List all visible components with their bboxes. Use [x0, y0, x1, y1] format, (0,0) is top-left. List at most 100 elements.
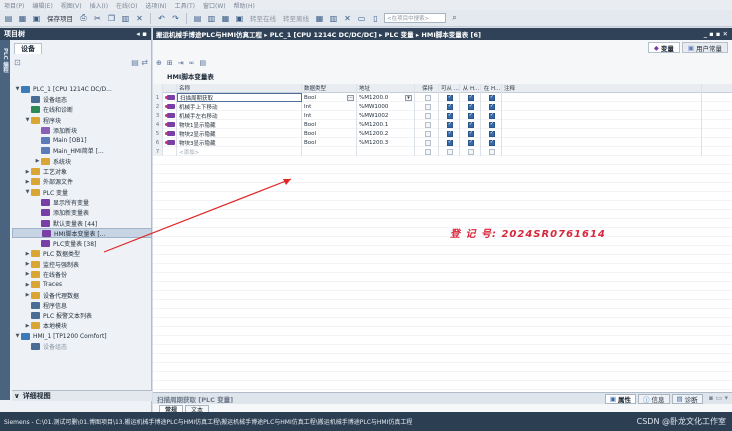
tree-item[interactable]: ▶ PLC 数据类型 [12, 249, 152, 259]
tree-item[interactable]: Main [OB1] [12, 135, 152, 145]
comment-cell[interactable] [502, 129, 702, 138]
split-horizontal-icon[interactable]: ▭ [356, 12, 367, 24]
tree-item[interactable]: ▶ Traces [12, 280, 152, 290]
tree-item[interactable]: 添加新变量表 [12, 208, 152, 218]
tree-item[interactable]: ▶ 在线备份 [12, 269, 152, 279]
hmi-visible-checkbox[interactable] [489, 148, 495, 155]
table-row[interactable]: 4 物块1显示隐藏 Bool %M1200.1 ✓ ✓ ✓ [153, 120, 732, 129]
tag-name-cell[interactable]: 物块3显示隐藏 [177, 138, 302, 147]
tag-name-cell[interactable]: 机械手上下移动 [177, 102, 302, 111]
open-project-icon[interactable]: ▦ [17, 12, 28, 24]
menu-item[interactable]: 插入(I) [90, 1, 108, 10]
hmi-visible-cell[interactable]: ✓ [481, 93, 502, 102]
tab-info[interactable]: ⓘ 信息 [638, 393, 670, 404]
tag-name-cell[interactable]: 扫描周期获取 [177, 93, 302, 102]
tab-user-constants[interactable]: ▣ 用户常量 [681, 42, 728, 53]
project-search-input[interactable]: <在项目中搜索> [384, 13, 446, 23]
hmi-visible-cell[interactable]: ✓ [481, 129, 502, 138]
table-row[interactable]: 1 扫描周期获取 Bool ⋯ %M1200.0 ▾ ✓ ✓ ✓ [153, 93, 732, 102]
hmi-write-checkbox[interactable]: ✓ [468, 139, 474, 146]
chevron-right-icon[interactable]: ▶ [24, 261, 31, 267]
retain-cell[interactable] [415, 120, 439, 129]
tab-diagnostics[interactable]: ▤ 诊断 [671, 393, 703, 404]
hmi-visible-cell[interactable]: ✓ [481, 138, 502, 147]
hmi-visible-checkbox[interactable]: ✓ [489, 94, 495, 101]
retain-cell[interactable] [415, 111, 439, 120]
cut-icon[interactable]: ✂ [92, 12, 103, 24]
chevron-down-icon[interactable]: ▼ [14, 333, 21, 339]
chevron-down-icon[interactable]: ▼ [14, 86, 21, 92]
split-vertical-icon[interactable]: ▯ [370, 12, 381, 24]
tag-type-cell[interactable]: Bool ⋯ [302, 93, 357, 102]
new-project-icon[interactable]: ▤ [3, 12, 14, 24]
hmi-visible-checkbox[interactable]: ✓ [489, 103, 495, 110]
hmi-visible-checkbox[interactable]: ✓ [489, 130, 495, 137]
menu-item[interactable]: 工具(T) [175, 1, 195, 10]
hmi-write-cell[interactable]: ✓ [460, 102, 481, 111]
simulation-icon[interactable]: ▣ [234, 12, 245, 24]
retain-checkbox[interactable] [424, 103, 431, 110]
redo-icon[interactable]: ↷ [170, 12, 181, 24]
column-header-name[interactable]: 名称 [177, 83, 302, 93]
tag-address-cell[interactable]: %M1200.0 ▾ [357, 93, 415, 102]
comment-cell[interactable] [502, 93, 702, 102]
tag-name-cell[interactable]: 物块2显示隐藏 [177, 129, 302, 138]
tree-item[interactable]: ▼ PLC_1 [CPU 1214C DC/D... [12, 84, 152, 94]
tree-item[interactable]: PLC变量表 [38] [12, 238, 152, 248]
retain-checkbox[interactable] [424, 94, 431, 101]
column-header-address[interactable]: 地址 [357, 83, 415, 93]
tree-item[interactable]: ▼ PLC 变量 [12, 187, 152, 197]
hmi-access-cell[interactable]: ✓ [439, 120, 460, 129]
chevron-right-icon[interactable]: ▶ [24, 282, 31, 288]
tag-address-cell[interactable]: %MW1002 [357, 111, 415, 120]
tab-properties[interactable]: ▣ 属性 [604, 393, 637, 404]
detail-view-header[interactable]: ∨ 详细视图 [12, 390, 152, 401]
print-icon[interactable]: ⎙ [78, 12, 89, 24]
hmi-write-checkbox[interactable]: ✓ [468, 112, 474, 119]
collapse-panel-icon[interactable]: ◂ ▪ [136, 30, 147, 38]
column-header-type[interactable]: 数据类型 [302, 83, 357, 93]
download-icon[interactable]: ▥ [206, 12, 217, 24]
column-header-hmi-write[interactable]: 从 H... [460, 83, 481, 93]
tree-item[interactable]: ▶ 工艺对象 [12, 166, 152, 176]
cross-reference-icon[interactable]: ▥ [328, 12, 339, 24]
retain-checkbox[interactable] [424, 148, 431, 155]
comment-cell[interactable] [502, 138, 702, 147]
hmi-access-checkbox[interactable]: ✓ [447, 130, 453, 137]
hmi-access-cell[interactable]: ✓ [439, 93, 460, 102]
go-offline-button[interactable]: 转至离线 [281, 13, 311, 23]
tree-item[interactable]: 默认变量表 [44] [12, 218, 152, 228]
hmi-access-checkbox[interactable]: ✓ [447, 94, 453, 101]
inspector-window-controls-icon[interactable]: ▪ ▭ ▾ [709, 394, 728, 404]
tree-item[interactable]: ▶ 系统块 [12, 156, 152, 166]
hmi-access-checkbox[interactable]: ✓ [447, 139, 453, 146]
hmi-access-cell[interactable]: ✓ [439, 129, 460, 138]
retain-cell[interactable] [415, 129, 439, 138]
tag-type-cell[interactable]: Bool [302, 129, 357, 138]
retain-checkbox[interactable] [424, 139, 431, 146]
add-row-icon[interactable]: ⊕ [156, 59, 162, 67]
tag-address-cell[interactable] [357, 147, 415, 156]
hmi-write-checkbox[interactable] [468, 148, 474, 155]
close-all-icon[interactable]: ✕ [342, 12, 353, 24]
upload-icon[interactable]: ▦ [220, 12, 231, 24]
tree-item[interactable]: Main_HMI简单 [... [12, 146, 152, 156]
hmi-write-cell[interactable]: ✓ [460, 138, 481, 147]
column-header-comment[interactable]: 注释 [502, 83, 702, 93]
tree-item[interactable]: ▶ 设备代理数据 [12, 290, 152, 300]
save-icon[interactable]: ▣ [31, 12, 42, 24]
tag-name-cell[interactable]: 物块1显示隐藏 [177, 120, 302, 129]
hmi-visible-checkbox[interactable]: ✓ [489, 112, 495, 119]
tag-type-cell[interactable] [302, 147, 357, 156]
retain-checkbox[interactable] [424, 121, 431, 128]
retain-cell[interactable] [415, 93, 439, 102]
hmi-write-checkbox[interactable]: ✓ [468, 130, 474, 137]
hmi-visible-checkbox[interactable]: ✓ [489, 121, 495, 128]
tree-item[interactable]: ▶ 监控与强制表 [12, 259, 152, 269]
hmi-write-checkbox[interactable]: ✓ [468, 103, 474, 110]
chevron-right-icon[interactable]: ▶ [24, 169, 31, 175]
side-strip-label[interactable]: PLC 编程 [0, 40, 10, 400]
hmi-write-cell[interactable]: ✓ [460, 111, 481, 120]
hmi-visible-checkbox[interactable]: ✓ [489, 139, 495, 146]
search-icon[interactable]: ⌕ [449, 12, 460, 24]
